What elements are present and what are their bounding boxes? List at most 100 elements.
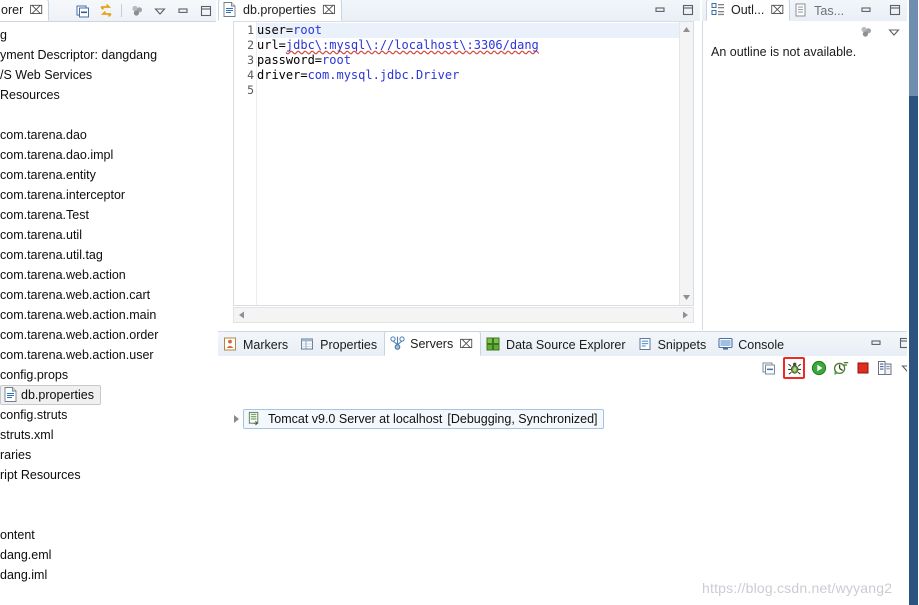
tree-item-label: com.tarena.web.action.order	[0, 328, 159, 342]
collapse-all-icon[interactable]	[761, 360, 777, 376]
tree-item[interactable]: com.tarena.web.action.main	[0, 305, 156, 325]
code-line[interactable]	[257, 83, 679, 98]
scrollbar-thumb[interactable]	[909, 0, 918, 96]
tree-item[interactable]: com.tarena.web.action	[0, 265, 126, 285]
project-explorer-tree[interactable]: g yment Descriptor: dangdang/S Web Servic…	[0, 22, 210, 605]
text-editor[interactable]: 12345 user=root url=jdbc\:mysql\://localh…	[233, 21, 694, 306]
tree-item[interactable]: com.tarena.entity	[0, 165, 96, 185]
tree-item[interactable]: com.tarena.dao	[0, 125, 87, 145]
editor-horizontal-scrollbar[interactable]	[233, 307, 694, 323]
minimize-icon[interactable]	[858, 2, 874, 18]
servers-toolbar	[761, 357, 915, 379]
snippets-icon	[638, 337, 654, 353]
tree-item[interactable]: com.tarena.util.tag	[0, 245, 103, 265]
tab-properties[interactable]: Properties	[295, 333, 384, 356]
tree-item-label: com.tarena.web.action.cart	[0, 288, 151, 302]
tab-markers[interactable]: Markers	[218, 333, 295, 356]
code-line[interactable]: password=root	[257, 53, 679, 68]
close-icon[interactable]: ⌧	[770, 3, 784, 17]
maximize-icon[interactable]	[680, 2, 696, 18]
tree-item[interactable]: com.tarena.util	[0, 225, 82, 245]
view-menu-dots-icon[interactable]	[858, 24, 874, 40]
outline-body	[702, 21, 908, 330]
tree-item[interactable]: Resources	[0, 85, 60, 105]
tomcat-server-icon	[247, 411, 263, 427]
line-number: 5	[247, 83, 254, 97]
tree-item[interactable]: com.tarena.web.action.cart	[0, 285, 150, 305]
profile-server-icon[interactable]	[833, 360, 849, 376]
tree-item[interactable]: ript Resources	[0, 465, 81, 485]
expand-arrow-icon[interactable]	[234, 415, 239, 423]
tree-item-label: dang.iml	[0, 568, 48, 582]
close-icon[interactable]: ⌧	[322, 3, 336, 17]
code-line[interactable]: url=jdbc\:mysql\://localhost\:3306/dang	[257, 38, 679, 53]
tree-item-label: config.props	[0, 368, 69, 382]
tab-outline[interactable]: Outl... ⌧	[706, 0, 791, 21]
tab-task-list[interactable]: Tas...	[790, 1, 849, 21]
tree-item[interactable]: dang.eml	[0, 545, 51, 565]
tree-item[interactable]: yment Descriptor: dangdang	[0, 45, 157, 65]
tree-item-label: com.tarena.interceptor	[0, 188, 126, 202]
tree-item[interactable]: g	[0, 25, 7, 45]
close-icon[interactable]: ⌧	[459, 337, 473, 351]
link-with-editor-icon[interactable]	[98, 3, 114, 19]
tasklist-icon	[794, 3, 810, 19]
servers-tree[interactable]: Tomcat v9.0 Server at localhost [Debuggi…	[218, 381, 919, 605]
tree-item-label: db.properties	[21, 388, 94, 402]
property-key: password=	[257, 53, 323, 67]
properties-icon	[300, 337, 316, 353]
tree-item[interactable]: config.struts	[0, 405, 67, 425]
tab-servers[interactable]: Servers ⌧	[384, 331, 482, 356]
tab-console[interactable]: Console	[713, 333, 791, 356]
tree-item[interactable]: struts.xml	[0, 425, 53, 445]
close-icon[interactable]: ⌧	[29, 3, 43, 17]
eclipse-workbench-window: orer ⌧ g yment Descriptor: dangdang /S W…	[0, 0, 919, 605]
view-menu-chevron-icon[interactable]	[152, 3, 168, 19]
debug-server-icon[interactable]	[783, 357, 805, 379]
maximize-icon[interactable]	[887, 2, 903, 18]
editor-vertical-scrollbar[interactable]	[679, 22, 693, 305]
minimize-icon[interactable]	[652, 2, 668, 18]
tab-project-explorer[interactable]: orer ⌧	[0, 0, 50, 21]
tree-item-label: yment Descriptor: dangdang	[0, 48, 158, 62]
tab-db-properties[interactable]: db.properties ⌧	[218, 0, 342, 21]
tab-project-explorer-label: orer	[1, 3, 24, 17]
tree-item-label: com.tarena.dao	[0, 128, 87, 142]
tree-item-label: Resources	[0, 88, 60, 102]
tab-snippets[interactable]: Snippets	[633, 333, 714, 356]
tree-item[interactable]: com.tarena.dao.impl	[0, 145, 113, 165]
collapse-all-icon[interactable]	[75, 3, 91, 19]
server-status-label: [Debugging, Synchronized]	[447, 412, 598, 426]
tree-item[interactable]: com.tarena.web.action.order	[0, 325, 158, 345]
view-menu-dots-icon[interactable]	[129, 3, 145, 19]
stop-server-icon[interactable]	[855, 360, 871, 376]
tree-item[interactable]: dang.iml	[0, 565, 47, 585]
minimize-icon[interactable]	[868, 335, 884, 351]
tab-label: Servers	[410, 336, 454, 351]
project-explorer-scrollbar[interactable]	[210, 22, 216, 605]
tree-item[interactable]: com.tarena.interceptor	[0, 185, 125, 205]
publish-server-icon[interactable]	[877, 360, 893, 376]
code-line[interactable]: user=root	[257, 23, 679, 38]
tree-item[interactable]: config.props	[0, 365, 68, 385]
editor-code-area[interactable]: user=root url=jdbc\:mysql\://localhost\:3…	[257, 22, 679, 305]
tree-item-label: com.tarena.Test	[0, 208, 89, 222]
maximize-icon[interactable]	[198, 3, 214, 19]
tree-item-selected[interactable]: db.properties	[0, 385, 101, 405]
server-entry[interactable]: Tomcat v9.0 Server at localhost [Debuggi…	[243, 409, 604, 429]
tree-item[interactable]: raries	[0, 445, 31, 465]
tree-item-label: dang.eml	[0, 548, 52, 562]
minimize-icon[interactable]	[175, 3, 191, 19]
window-right-scrollbar[interactable]	[907, 0, 919, 605]
server-tree-row[interactable]: Tomcat v9.0 Server at localhost [Debuggi…	[234, 409, 604, 429]
tree-item[interactable]: ontent	[0, 525, 35, 545]
tree-item[interactable]: /S Web Services	[0, 65, 92, 85]
code-line[interactable]: driver=com.mysql.jdbc.Driver	[257, 68, 679, 83]
tree-item[interactable]: com.tarena.Test	[0, 205, 89, 225]
servers-view-panel: Markers Properties Servers ⌧ Data Source Exp…	[218, 331, 919, 605]
line-number: 4	[247, 68, 254, 82]
tab-data-source-explorer[interactable]: Data Source Explorer	[481, 333, 633, 356]
tree-item[interactable]: com.tarena.web.action.user	[0, 345, 154, 365]
view-menu-chevron-icon[interactable]	[886, 24, 902, 40]
start-server-icon[interactable]	[811, 360, 827, 376]
